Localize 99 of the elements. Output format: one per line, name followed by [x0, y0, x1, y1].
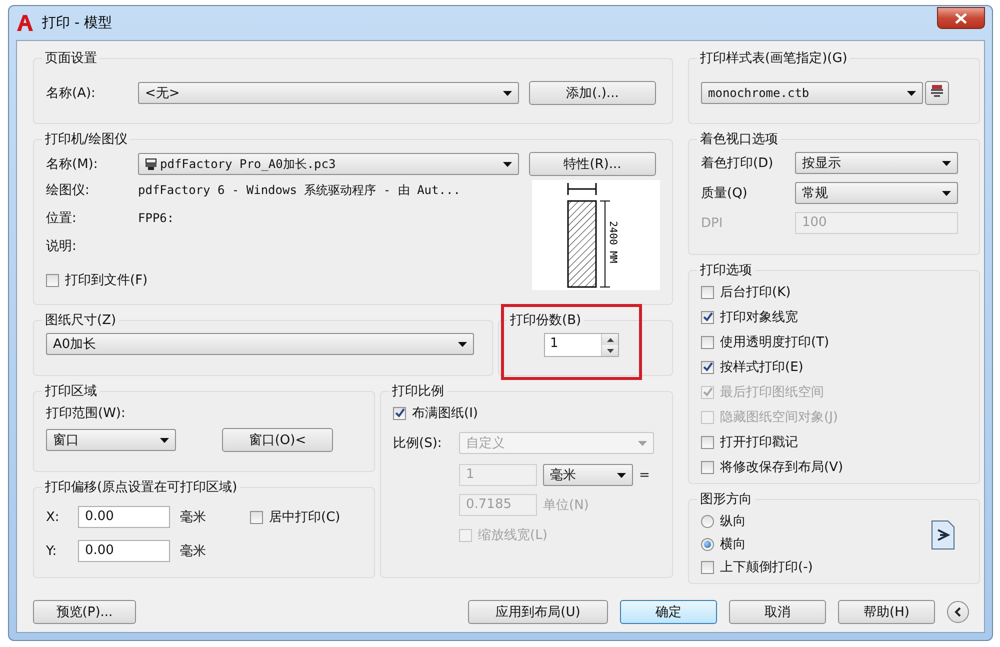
- caret-icon: [617, 472, 626, 478]
- checkbox[interactable]: [250, 510, 263, 524]
- close-icon: [955, 12, 967, 24]
- field-label: 质量(Q): [701, 185, 748, 202]
- group-title: 打印区域: [44, 383, 98, 400]
- spin-up-button[interactable]: [602, 334, 618, 345]
- field-label: 绘图仪:: [46, 182, 90, 199]
- dropdown[interactable]: <无>: [138, 82, 519, 104]
- paper-size-drawing: 2400 MM: [556, 181, 636, 289]
- plotter-value: pdfFactory 6 - Windows 系统驱动程序 - 由 Aut...: [138, 182, 460, 198]
- input-field[interactable]: 0.00: [78, 540, 170, 562]
- dialog-button[interactable]: 帮助(H): [838, 600, 935, 624]
- checkbox-label: 居中打印(C): [269, 509, 340, 526]
- checkbox[interactable]: [701, 436, 714, 448]
- checkbox[interactable]: [701, 336, 714, 348]
- checkbox-label: 上下颠倒打印(-): [720, 559, 813, 576]
- equals-sign: =: [639, 468, 650, 482]
- checkbox-label: 布满图纸(I): [412, 405, 478, 422]
- checkbox-label: 将修改保存到布局(V): [720, 459, 844, 476]
- dialog-button[interactable]: 确定: [620, 600, 717, 624]
- properties-button[interactable]: 特性(R)...: [529, 152, 656, 176]
- checkbox[interactable]: [701, 460, 714, 474]
- dropdown[interactable]: 毫米: [543, 464, 633, 486]
- caret-icon: [907, 90, 916, 96]
- field-label: 比例(S):: [393, 435, 443, 452]
- field-label: 名称(A):: [46, 85, 96, 102]
- checkbox[interactable]: [701, 286, 714, 298]
- input-field[interactable]: 0.00: [78, 506, 170, 528]
- caret-icon: [503, 90, 512, 96]
- add-button[interactable]: 添加(.)...: [529, 81, 656, 105]
- window-title: 打印 - 模型: [42, 14, 113, 32]
- checkbox[interactable]: [701, 310, 714, 324]
- app-logo-icon: [16, 14, 34, 32]
- caret-icon: [942, 160, 951, 166]
- dropdown[interactable]: A0加长: [46, 333, 474, 355]
- checkbox-label: 使用透明度打印(T): [720, 334, 830, 351]
- field-label: 位置:: [46, 210, 78, 227]
- preview-button[interactable]: 预览(P)...: [33, 600, 136, 624]
- checkbox[interactable]: [701, 560, 714, 574]
- up-arrow-icon: [606, 338, 614, 342]
- checkbox-label: 隐藏图纸空间对象(J): [720, 409, 838, 426]
- field-label: X:: [46, 510, 60, 524]
- checkbox-label: 打印到文件(F): [65, 272, 148, 289]
- spin-down-button[interactable]: [602, 345, 618, 356]
- group-title: 打印机/绘图仪: [44, 131, 128, 148]
- dropdown[interactable]: pdfFactory Pro_A0加长.pc3: [138, 153, 519, 175]
- dialog-button[interactable]: 取消: [729, 600, 826, 624]
- group-title: 图形方向: [699, 491, 753, 508]
- group-title: 打印选项: [699, 262, 753, 279]
- radio-button[interactable]: [701, 538, 714, 550]
- table-edit-icon: [930, 84, 944, 98]
- unit-label: 毫米: [180, 509, 207, 526]
- field-label: 打印范围(W):: [46, 406, 126, 421]
- unit-label: 毫米: [180, 543, 206, 560]
- group-title: 打印样式表(画笔指定)(G): [699, 50, 848, 67]
- checkbox[interactable]: [701, 360, 714, 374]
- copies-spinner[interactable]: 1: [544, 333, 619, 357]
- group-title: 打印偏移(原点设置在可打印区域): [44, 479, 238, 496]
- caret-icon: [458, 342, 467, 346]
- group-title: 页面设置: [44, 50, 98, 67]
- caret-icon: [503, 162, 512, 166]
- radio-label: 纵向: [720, 513, 746, 530]
- caret-icon: [638, 440, 647, 446]
- checkbox-label: 打印对象线宽: [720, 309, 798, 326]
- dialog-button[interactable]: 应用到布局(U): [468, 600, 608, 624]
- group-title: 着色视口选项: [699, 131, 779, 148]
- edit-style-button[interactable]: [925, 81, 949, 105]
- dropdown[interactable]: 窗口: [46, 429, 176, 451]
- checkbox-label: 缩放线宽(L): [478, 527, 548, 544]
- group-title: 图纸尺寸(Z): [44, 312, 118, 329]
- close-button[interactable]: [937, 7, 985, 29]
- chevron-left-icon: [954, 607, 962, 617]
- checkbox-label: 最后打印图纸空间: [720, 384, 824, 401]
- radio-button[interactable]: [701, 514, 714, 528]
- field-label: 名称(M):: [46, 156, 99, 173]
- caret-icon: [160, 438, 169, 442]
- field-label: 说明:: [46, 238, 78, 255]
- group-title: 打印比例: [391, 383, 445, 400]
- location-value: FPP6:: [138, 211, 174, 225]
- checkbox[interactable]: [393, 406, 406, 420]
- radio-label: 横向: [720, 536, 746, 553]
- window-button[interactable]: 窗口(O)<: [222, 428, 333, 452]
- field-label: 着色打印(D): [701, 155, 774, 172]
- field-label: Y:: [46, 544, 58, 558]
- printer-icon: [145, 158, 157, 170]
- checkbox-label: 打开打印戳记: [720, 434, 798, 451]
- field-label: DPI: [701, 216, 724, 230]
- checkbox-label: 按样式打印(E): [720, 359, 804, 376]
- down-arrow-icon: [606, 348, 614, 352]
- group-title: 打印份数(B): [509, 312, 582, 329]
- caret-icon: [942, 190, 951, 196]
- dropdown[interactable]: 常规: [795, 182, 958, 204]
- checkbox-label: 后台打印(K): [720, 284, 791, 301]
- page-orientation-icon: [931, 520, 955, 550]
- unit-label: 单位(N): [543, 497, 589, 514]
- dropdown[interactable]: 按显示: [795, 152, 958, 174]
- collapse-button[interactable]: [947, 601, 969, 623]
- dropdown[interactable]: monochrome.ctb: [701, 82, 923, 104]
- checkbox[interactable]: [46, 274, 59, 286]
